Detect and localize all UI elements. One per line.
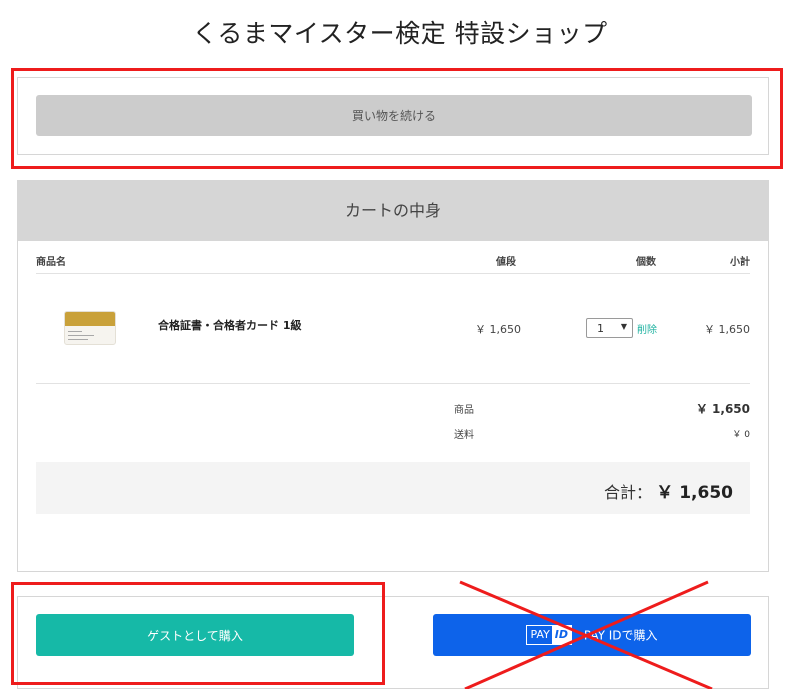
payid-logo-id: ID: [551, 626, 572, 644]
table-divider: [36, 383, 750, 384]
cart-heading: カートの中身: [18, 181, 768, 241]
shipping-label: 送料: [454, 430, 474, 441]
chevron-down-icon: ▼: [620, 322, 627, 331]
certificate-card-thumbnail[interactable]: [64, 311, 116, 345]
column-header-name: 商品名: [36, 257, 66, 268]
column-header-price: 値段: [496, 257, 516, 268]
shipping-value: ￥ 0: [732, 430, 750, 440]
continue-shopping-panel: 買い物を続ける: [17, 77, 769, 155]
total-label: 合計：: [604, 483, 653, 502]
cart-panel: カートの中身 商品名 値段 個数 小計 合格証書・合格者カード 1級 ￥ 1,6…: [17, 180, 769, 572]
item-subtotal: ￥ 1,650: [704, 323, 750, 336]
payid-checkout-button[interactable]: PAY ID PAY IDで購入: [433, 614, 751, 656]
payid-logo-icon: PAY ID: [526, 625, 573, 645]
quantity-value: 1: [597, 322, 604, 335]
table-divider: [36, 273, 750, 274]
payid-button-label: PAY IDで購入: [583, 628, 658, 643]
quantity-select[interactable]: 1 ▼: [586, 318, 633, 338]
total-box: 合計： ￥ 1,650: [36, 462, 750, 514]
column-header-qty: 個数: [636, 257, 656, 268]
continue-shopping-button[interactable]: 買い物を続ける: [36, 95, 752, 136]
goods-subtotal-value: ￥ 1,650: [695, 402, 750, 416]
thumbnail-line: [68, 331, 82, 332]
goods-subtotal-label: 商品: [454, 405, 474, 416]
thumbnail-band: [65, 312, 115, 326]
column-header-subtotal: 小計: [730, 257, 750, 268]
page-title: くるまマイスター検定 特設ショップ: [192, 19, 608, 48]
item-price: ￥ 1,650: [475, 323, 521, 336]
payid-logo-pay: PAY: [530, 628, 550, 641]
delete-item-link[interactable]: 削除: [637, 321, 657, 336]
purchase-panel: ゲストとして購入 PAY ID PAY IDで購入: [17, 596, 769, 689]
item-name[interactable]: 合格証書・合格者カード 1級: [158, 317, 301, 333]
guest-checkout-button[interactable]: ゲストとして購入: [36, 614, 354, 656]
thumbnail-line: [68, 335, 94, 336]
thumbnail-line: [68, 339, 88, 340]
total-value: ￥ 1,650: [656, 483, 733, 503]
